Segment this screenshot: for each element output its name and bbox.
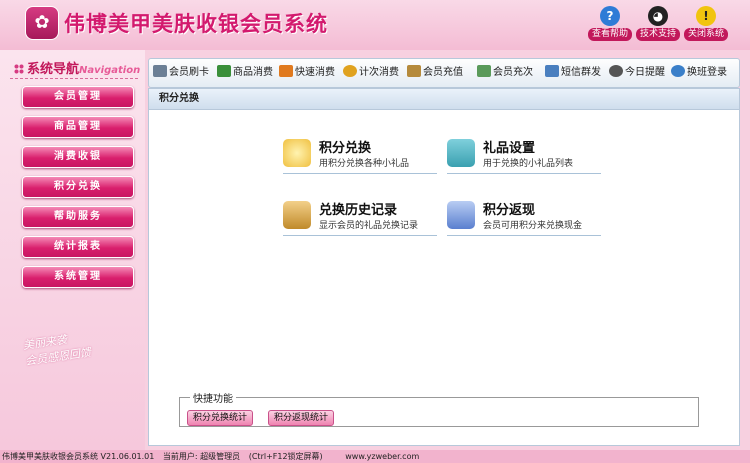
help-icon: ? <box>600 6 620 26</box>
qq-penguin-icon: ◕ <box>648 6 668 26</box>
points-exchange-icon <box>283 139 311 167</box>
fast-consume-icon <box>279 65 293 77</box>
toolbar-fast-consume[interactable]: 快速消费 <box>279 64 335 82</box>
toolbar: 会员刷卡 商品消费 快速消费 计次消费 会员充值 会员充次 短信群发 今日提醒 … <box>148 58 740 88</box>
grid-dots-icon <box>14 64 24 74</box>
count-consume-icon <box>343 65 357 77</box>
sidebar-item-points[interactable]: 积分兑换 <box>22 176 134 198</box>
toolbar-label: 快速消费 <box>295 67 335 78</box>
warning-icon: ! <box>696 6 716 26</box>
sidebar-item-system[interactable]: 系统管理 <box>22 266 134 288</box>
close-system-button[interactable]: ! 关闭系统 <box>684 6 728 41</box>
card-title: 兑换历史记录 <box>319 203 398 218</box>
tech-support-button[interactable]: ◕ 技术支持 <box>636 6 680 41</box>
toolbar-label: 短信群发 <box>561 67 601 78</box>
status-bar: 伟博美甲美肤收银会员系统 V21.06.01.01 当前用户: 超级管理员 (C… <box>0 450 750 463</box>
toolbar-label: 今日提醒 <box>625 67 665 78</box>
toolbar-label: 计次消费 <box>359 67 399 78</box>
points-cashback-icon <box>447 201 475 229</box>
tech-support-label: 技术支持 <box>636 28 680 41</box>
toolbar-label: 商品消费 <box>233 67 273 78</box>
close-system-label: 关闭系统 <box>684 28 728 41</box>
shopping-icon <box>217 65 231 77</box>
sidebar-item-goods[interactable]: 商品管理 <box>22 116 134 138</box>
toolbar-member-card[interactable]: 会员刷卡 <box>153 64 209 82</box>
gift-settings-icon <box>447 139 475 167</box>
main-panel: 积分兑换 积分兑换 用积分兑换各种小礼品 礼品设置 用于兑换的小礼品列表 兑换历… <box>148 88 740 446</box>
toolbar-recharge-count[interactable]: 会员充次 <box>477 64 533 82</box>
card-points-exchange[interactable]: 积分兑换 用积分兑换各种小礼品 <box>283 137 437 174</box>
toolbar-label: 会员刷卡 <box>169 67 209 78</box>
points-cashback-stats-button[interactable]: 积分返现统计 <box>268 410 335 426</box>
sms-icon <box>545 65 559 77</box>
recharge-count-icon <box>477 65 491 77</box>
toolbar-goods-consume[interactable]: 商品消费 <box>217 64 273 82</box>
nav-title-en: Navigation <box>79 65 141 76</box>
card-reader-icon <box>153 65 167 77</box>
nav-title: 系统导航Navigation <box>14 58 140 77</box>
panel-title: 积分兑换 <box>149 89 739 110</box>
toolbar-shift-login[interactable]: 换班登录 <box>671 64 727 82</box>
card-desc: 显示会员的礼品兑换记录 <box>319 221 419 231</box>
card-title: 礼品设置 <box>483 141 536 156</box>
sidebar-item-reports[interactable]: 统计报表 <box>22 236 134 258</box>
sidebar: 系统导航Navigation 会员管理 商品管理 消费收银 积分兑换 帮助服务 … <box>0 50 145 450</box>
sidebar-decoration: 美丽来袭 会员感恩回馈 <box>22 333 92 368</box>
app-logo: ✿ <box>25 6 59 40</box>
reminder-icon <box>609 65 623 77</box>
sidebar-item-cashier[interactable]: 消费收银 <box>22 146 134 168</box>
toolbar-sms[interactable]: 短信群发 <box>545 64 601 82</box>
sidebar-item-help[interactable]: 帮助服务 <box>22 206 134 228</box>
recharge-icon <box>407 65 421 77</box>
nav-divider <box>10 78 138 79</box>
shift-login-icon <box>671 65 685 77</box>
help-button[interactable]: ? 查看帮助 <box>588 6 632 41</box>
card-points-cashback[interactable]: 积分返现 会员可用积分来兑换现金 <box>447 199 601 236</box>
card-desc: 用于兑换的小礼品列表 <box>483 159 574 169</box>
card-title: 积分兑换 <box>319 141 372 156</box>
card-title: 积分返现 <box>483 203 536 218</box>
toolbar-count-consume[interactable]: 计次消费 <box>343 64 399 82</box>
app-title: 伟博美甲美肤收银会员系统 <box>64 11 328 36</box>
status-lock-hint: (Ctrl+F12锁定屏幕) <box>248 452 323 461</box>
toolbar-label: 会员充值 <box>423 67 463 78</box>
card-exchange-history[interactable]: 兑换历史记录 显示会员的礼品兑换记录 <box>283 199 437 236</box>
toolbar-label: 会员充次 <box>493 67 533 78</box>
toolbar-label: 换班登录 <box>687 67 727 78</box>
card-gift-settings[interactable]: 礼品设置 用于兑换的小礼品列表 <box>447 137 601 174</box>
points-exchange-stats-button[interactable]: 积分兑换统计 <box>187 410 254 426</box>
quick-functions-group: 快捷功能 积分兑换统计 积分返现统计 <box>179 390 699 427</box>
card-desc: 用积分兑换各种小礼品 <box>319 159 410 169</box>
card-desc: 会员可用积分来兑换现金 <box>483 221 583 231</box>
toolbar-reminder[interactable]: 今日提醒 <box>609 64 665 82</box>
nav-title-text: 系统导航 <box>27 62 80 77</box>
help-label: 查看帮助 <box>588 28 632 41</box>
quick-functions-title: 快捷功能 <box>190 390 236 405</box>
app-header: ✿ 伟博美甲美肤收银会员系统 ? 查看帮助 ◕ 技术支持 ! 关闭系统 <box>0 0 750 50</box>
history-icon <box>283 201 311 229</box>
status-website: www.yzweber.com <box>345 452 420 461</box>
sidebar-item-member[interactable]: 会员管理 <box>22 86 134 108</box>
status-user: 当前用户: 超级管理员 <box>162 452 241 461</box>
toolbar-recharge[interactable]: 会员充值 <box>407 64 463 82</box>
status-version: 伟博美甲美肤收银会员系统 V21.06.01.01 <box>2 452 155 461</box>
